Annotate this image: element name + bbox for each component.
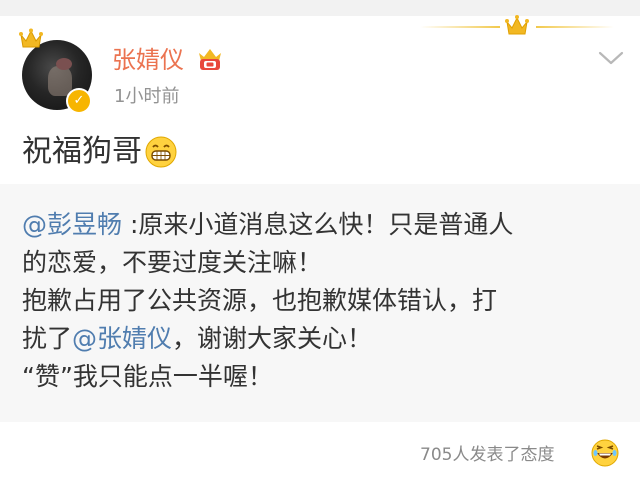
decorative-line [536, 26, 614, 28]
repost-line: @彭昱畅 :原来小道消息这么快！只是普通人 [22, 206, 622, 244]
verified-badge-icon: ✓ [66, 88, 92, 114]
reactions-count[interactable]: 705人发表了态度 [420, 442, 554, 468]
mention-link[interactable]: @彭昱畅 [22, 210, 122, 239]
avatar-flower-shape [56, 58, 72, 70]
username[interactable]: 张婧仪 [112, 44, 184, 76]
repost-line: 的恋爱，不要过度关注嘛！ [22, 248, 323, 277]
repost-line-text: ，谢谢大家关心！ [172, 324, 373, 353]
top-bar [0, 0, 640, 16]
post-text: 祝福狗哥 [22, 134, 142, 169]
repost-line-text: 扰了 [22, 324, 73, 353]
repost-line-text: :原来小道消息这么快！只是普通人 [122, 210, 514, 239]
chevron-down-icon[interactable] [598, 50, 624, 66]
crown-icon [19, 28, 43, 48]
decorative-line [420, 26, 500, 28]
repost-line: 扰了@张婧仪，谢谢大家关心！ [22, 320, 622, 358]
grin-emoji-icon [145, 136, 177, 168]
repost-line: “赞”我只能点一半喔！ [22, 362, 273, 391]
repost-text: @彭昱畅 :原来小道消息这么快！只是普通人 的恋爱，不要过度关注嘛！ 抱歉占用了… [22, 206, 622, 396]
repost-line: 抱歉占用了公共资源，也抱歉媒体错认，打 [22, 286, 498, 315]
member-badge-icon[interactable] [196, 46, 224, 72]
post-content: 祝福狗哥 [22, 132, 178, 172]
mention-link[interactable]: @张婧仪 [72, 324, 172, 353]
crown-icon [505, 15, 529, 35]
laugh-emoji-icon[interactable] [590, 438, 620, 468]
post-timestamp: 1小时前 [114, 86, 180, 107]
